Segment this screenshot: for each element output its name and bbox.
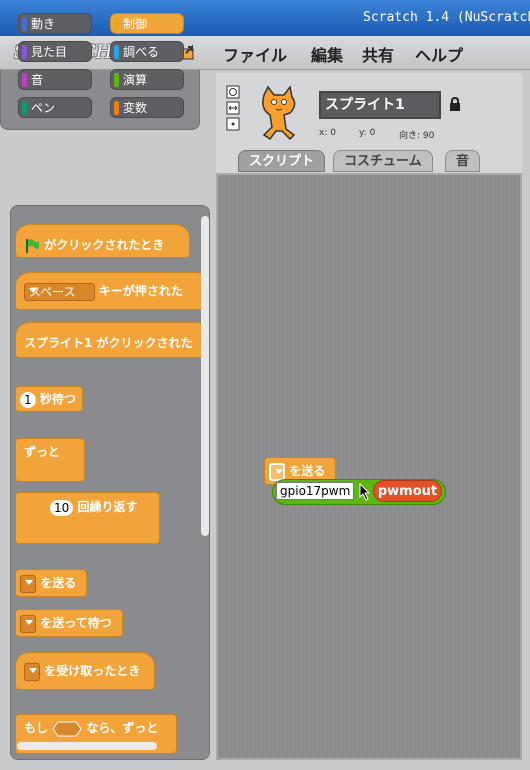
category-label: 演算 [123,73,148,87]
block-label: を送る [40,576,77,590]
key-dropdown[interactable]: スペース [24,282,95,301]
sprite-y-position: y: 0 [359,128,376,138]
green-flag-icon [26,238,39,253]
category-variables[interactable]: 変数 [110,97,184,118]
category-label: 変数 [123,101,148,115]
block-palette: がクリックされたとき スペース キーが押された スプライト1 がクリックされた … [10,205,210,760]
category-label: 制御 [123,17,148,31]
category-color-bar [22,45,27,59]
category-pen[interactable]: ペン [18,97,92,118]
menu-edit[interactable]: 編集 [311,42,343,66]
sprite-name-input[interactable]: スプライト1 [319,91,441,119]
category-color-bar [114,45,119,59]
wait-seconds-input[interactable]: 1 [20,391,36,408]
block-forever[interactable]: ずっと [15,438,85,482]
repeat-count-input[interactable]: 10 [50,499,74,516]
tab-costumes[interactable]: コスチューム [333,150,433,172]
category-sensing[interactable]: 調べる [110,41,184,62]
menu-file[interactable]: ファイル [223,42,287,66]
category-operators[interactable]: 演算 [110,69,184,90]
block-repeat[interactable]: 10 回繰り返す [15,492,160,544]
sprite-direction: 向き: 90 [399,131,435,141]
scratch-window: Scratch 1.4 (NuScratch SCRATCH ファイル 編集 共… [0,0,530,770]
sprite-info-panel: スプライト1 x: 0 y: 0 向き: 90 スクリプト コスチューム 音 [216,73,522,173]
category-sound[interactable]: 音 [18,69,92,90]
sprite-x-position: x: 0 [319,128,336,138]
tab-scripts[interactable]: スクリプト [238,150,326,172]
join-text-input[interactable]: gpio17pwm [276,482,354,500]
category-color-bar [114,17,119,31]
block-when-flag-clicked[interactable]: がクリックされたとき [15,224,190,258]
category-color-bar [22,17,27,31]
block-label: 秒待つ [39,392,76,406]
boolean-slot[interactable] [52,721,82,737]
palette-horizontal-scrollbar[interactable] [17,742,157,750]
category-label: 動き [31,17,56,31]
block-broadcast[interactable]: を送る [15,569,87,597]
block-label: を受け取ったとき [44,664,141,678]
category-color-bar [114,101,119,115]
category-color-bar [22,73,27,87]
block-label: もし [24,721,49,735]
block-label: 回繰り返す [77,500,138,514]
block-label: スプライト1 がクリックされた [24,336,193,350]
category-label: 調べる [123,45,160,59]
category-looks[interactable]: 見た目 [18,41,92,62]
cat-sprite-thumbnail [262,85,296,141]
pwmout-reporter[interactable]: pwmout [373,480,442,502]
block-when-key-pressed[interactable]: スペース キーが押された [15,272,209,310]
block-label: なら、ずっと [86,721,159,735]
message-dropdown[interactable] [24,662,40,681]
block-broadcast-and-wait[interactable]: を送って待つ [15,609,123,637]
block-label: がクリックされたとき [44,238,165,252]
mouse-cursor-icon [359,483,371,501]
category-label: ペン [31,101,56,115]
key-dropdown-value: スペース [29,284,76,299]
block-label: ずっと [24,445,61,459]
category-motion[interactable]: 動き [18,13,92,34]
category-color-bar [22,101,27,115]
scripts-area[interactable] [216,173,522,760]
palette-vertical-scrollbar[interactable] [201,216,209,536]
category-control[interactable]: 制御 [110,13,184,34]
lock-icon[interactable] [449,97,461,111]
message-dropdown[interactable] [20,574,36,593]
category-color-bar [114,73,119,87]
block-label: キーが押された [98,284,183,298]
tab-sounds[interactable]: 音 [445,150,481,172]
block-wait[interactable]: 1 秒待つ [15,386,83,412]
block-when-receive[interactable]: を受け取ったとき [15,652,155,690]
message-dropdown[interactable] [20,614,36,633]
menu-help[interactable]: ヘルプ [415,42,463,66]
category-label: 見た目 [31,45,68,59]
message-dropdown[interactable] [269,462,285,481]
category-label: 音 [31,73,44,87]
block-label: を送って待つ [40,616,112,630]
block-label: を送る [289,464,326,478]
block-when-sprite-clicked[interactable]: スプライト1 がクリックされた [15,322,209,358]
menu-share[interactable]: 共有 [362,42,394,66]
rotation-style-icons[interactable] [226,85,240,131]
